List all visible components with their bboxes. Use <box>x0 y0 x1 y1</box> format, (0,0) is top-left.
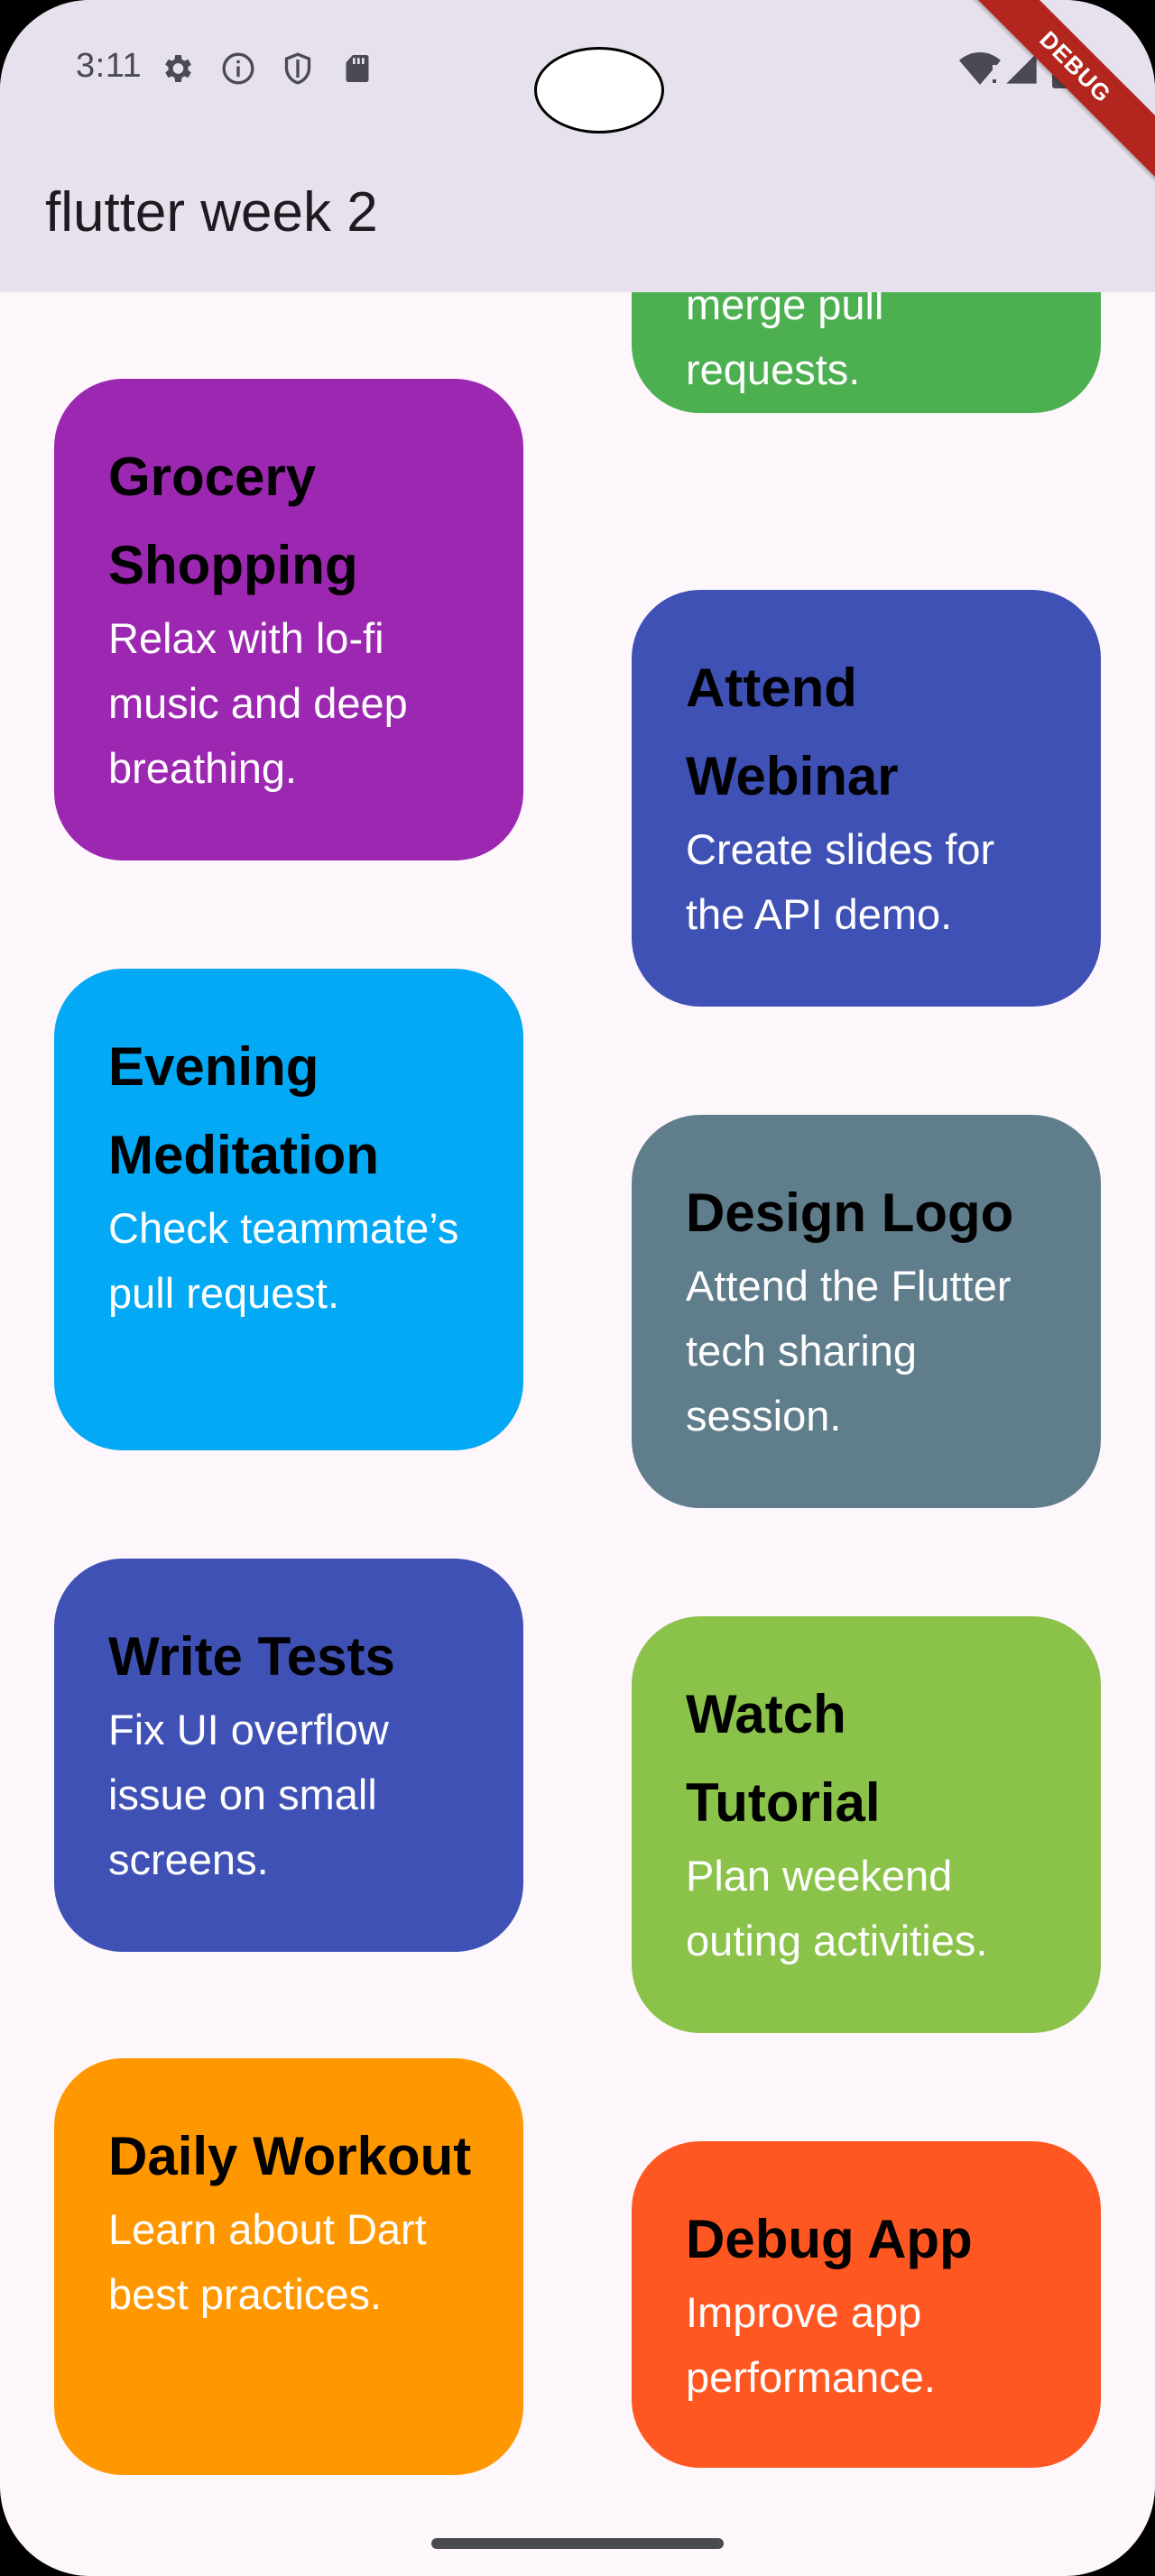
task-card-title: Debug App <box>686 2209 973 2269</box>
app-bar: flutter week 2 <box>0 135 1155 292</box>
task-card[interactable]: Grocery Shopping Relax with lo-fi music … <box>54 379 523 860</box>
task-card-title: Daily Workout <box>108 2126 472 2186</box>
wifi-icon <box>959 52 1001 85</box>
gear-icon <box>165 55 191 82</box>
task-card[interactable]: Daily Workout Learn about Dart best prac… <box>54 2058 523 2475</box>
task-card-description: Fix UI overflow issue on small screens. <box>108 1706 389 1883</box>
task-card[interactable]: Attend Webinar Create slides for the API… <box>632 590 1101 1007</box>
task-card[interactable]: Write Tests Fix UI overflow issue on sma… <box>54 1559 523 1952</box>
task-card-title: Design Logo <box>686 1182 1014 1243</box>
task-card-title: Watch Tutorial <box>686 1684 881 1833</box>
home-indicator[interactable] <box>431 2538 724 2549</box>
status-time: 3:11 <box>76 47 143 85</box>
task-grid[interactable]: merge pull requests. Grocery Shopping Re… <box>0 292 1155 2576</box>
task-card-title: Attend Webinar <box>686 658 899 806</box>
task-card-description: Create slides for the API demo. <box>686 825 995 938</box>
task-card-description: Check teammate’s pull request. <box>108 1204 459 1317</box>
sd-card-icon <box>346 55 369 82</box>
task-card-title: Grocery Shopping <box>108 446 358 595</box>
status-bar: 3:11 <box>0 0 1155 135</box>
task-card[interactable]: Watch Tutorial Plan weekend outing activ… <box>632 1616 1101 2033</box>
task-card-description: Learn about Dart best practices. <box>108 2205 427 2318</box>
task-card[interactable]: Design Logo Attend the Flutter tech shar… <box>632 1115 1101 1508</box>
camera-cutout <box>534 47 664 133</box>
task-card[interactable]: Evening Meditation Check teammate’s pull… <box>54 969 523 1450</box>
task-card[interactable]: Debug App Improve app performance. <box>632 2141 1101 2468</box>
task-card-description: Relax with lo-fi music and deep breathin… <box>108 614 408 792</box>
task-card-description: Attend the Flutter tech sharing session. <box>686 1262 1012 1440</box>
task-card-description: merge pull requests. <box>686 292 884 393</box>
shield-icon <box>284 52 311 85</box>
task-card-title: Write Tests <box>108 1626 395 1687</box>
phone-screen: 3:11 flutter week 2 merge pull requests.… <box>0 0 1155 2576</box>
task-card[interactable]: merge pull requests. <box>632 292 1101 413</box>
task-card-title: Evening Meditation <box>108 1036 379 1185</box>
task-card-description: Improve app performance. <box>686 2288 936 2401</box>
task-card-description: Plan weekend outing activities. <box>686 1852 988 1964</box>
info-icon <box>222 52 254 85</box>
app-bar-title: flutter week 2 <box>45 181 378 244</box>
